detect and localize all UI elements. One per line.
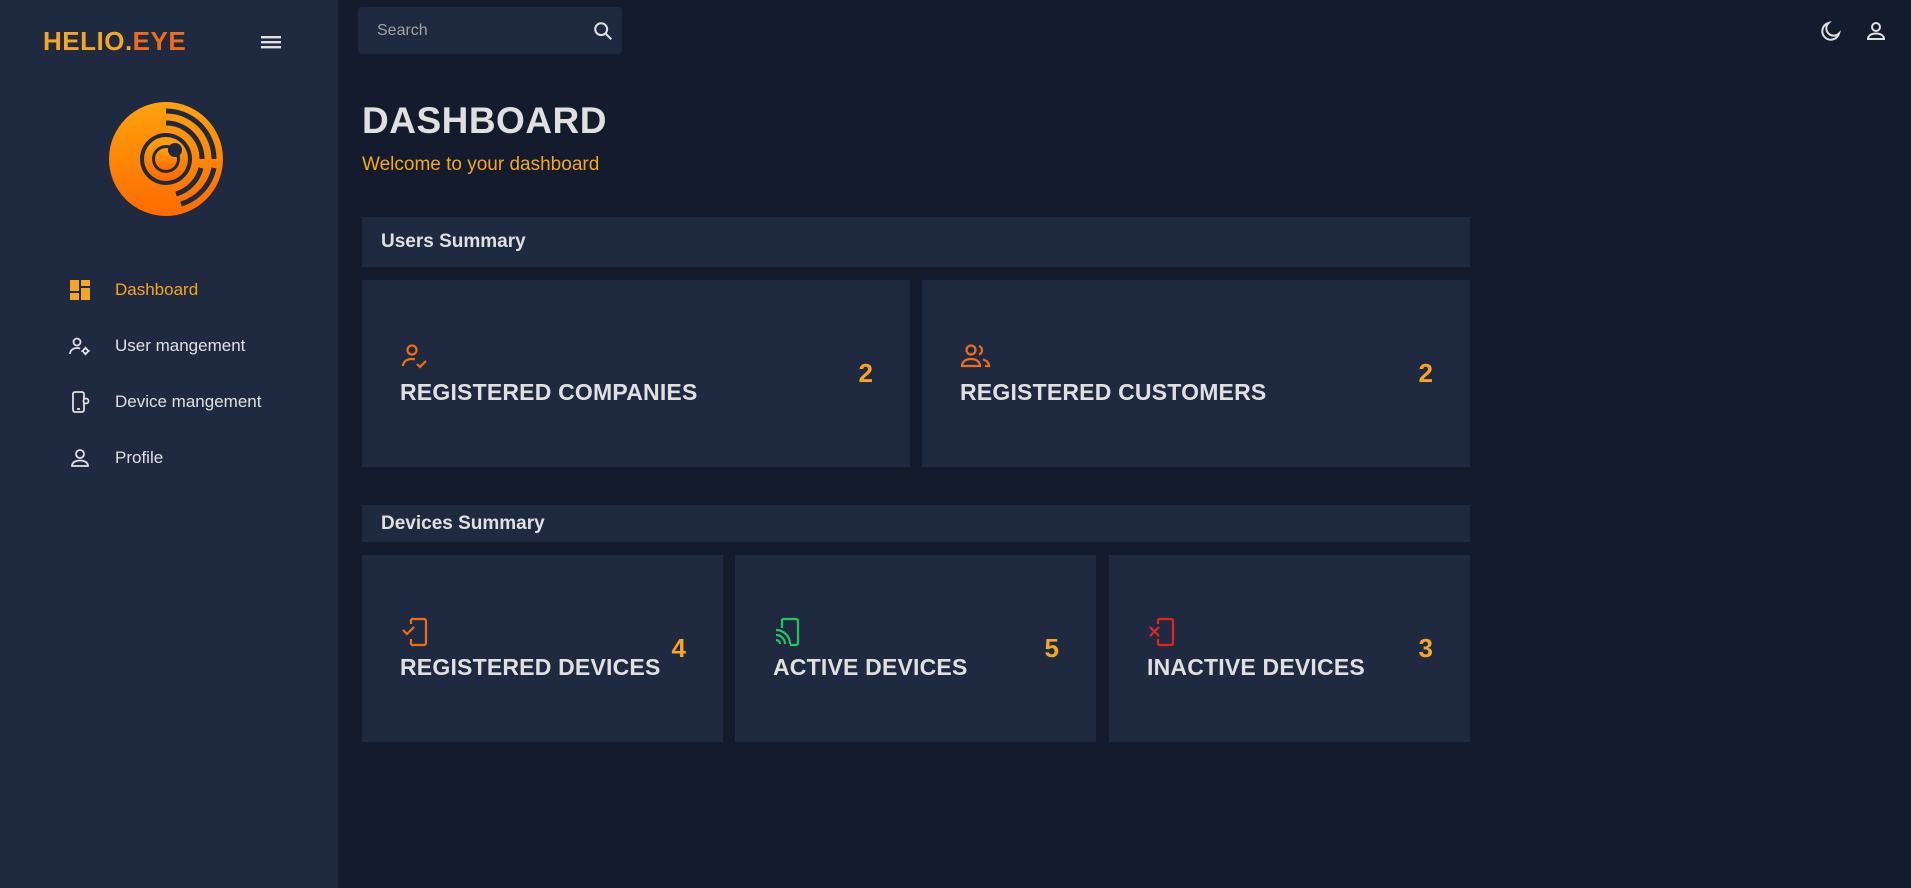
person-icon xyxy=(68,446,92,470)
sidebar-item-label: Profile xyxy=(115,448,164,467)
card-value: 2 xyxy=(1418,358,1433,388)
sidebar-item-user-management[interactable]: User mangement xyxy=(0,318,338,374)
sidebar-item-profile[interactable]: Profile xyxy=(0,430,338,486)
device-x-icon xyxy=(1147,617,1177,647)
device-settings-icon xyxy=(68,390,92,414)
registered-devices-card[interactable]: REGISTERED DEVICES 4 xyxy=(362,555,723,742)
card-label: REGISTERED CUSTOMERS xyxy=(960,379,1267,405)
dashboard-icon xyxy=(68,278,92,302)
card-value: 2 xyxy=(858,358,873,388)
moon-icon xyxy=(1821,20,1842,41)
card-value: 5 xyxy=(1044,633,1059,663)
inactive-devices-card[interactable]: INACTIVE DEVICES 3 xyxy=(1109,555,1470,742)
sidebar-item-label: Dashboard xyxy=(115,280,199,299)
sidebar-item-device-management[interactable]: Device mangement xyxy=(0,374,338,430)
hamburger-menu-icon xyxy=(261,36,281,49)
card-label: REGISTERED DEVICES xyxy=(400,654,661,680)
search-icon xyxy=(594,21,612,40)
dark-mode-toggle[interactable] xyxy=(1818,18,1844,44)
profile-button[interactable] xyxy=(1863,18,1889,44)
search-bar xyxy=(358,7,622,54)
card-label: ACTIVE DEVICES xyxy=(773,654,968,680)
registered-customers-card[interactable]: REGISTERED CUSTOMERS 2 xyxy=(922,280,1470,467)
sidebar-item-label: User mangement xyxy=(115,336,246,355)
card-value: 4 xyxy=(671,633,686,663)
card-label: INACTIVE DEVICES xyxy=(1147,654,1365,680)
card-value: 3 xyxy=(1418,633,1433,663)
brand-part1: HELIO. xyxy=(43,26,133,56)
brand-part2: EYE xyxy=(132,26,187,56)
sidebar-item-dashboard[interactable]: Dashboard xyxy=(0,262,338,318)
menu-toggle-button[interactable] xyxy=(258,30,284,54)
page-subtitle: Welcome to your dashboard xyxy=(362,154,600,175)
sidebar-item-label: Device mangement xyxy=(115,392,262,411)
search-button[interactable] xyxy=(584,11,622,51)
card-label: REGISTERED COMPANIES xyxy=(400,379,698,405)
user-settings-icon xyxy=(68,334,92,358)
users-summary-header: Users Summary xyxy=(362,217,1470,267)
device-cast-icon xyxy=(773,617,803,647)
page-title: DASHBOARD xyxy=(362,100,607,141)
helio-eye-logo xyxy=(106,96,232,222)
devices-summary-header: Devices Summary xyxy=(362,505,1470,542)
device-check-icon xyxy=(400,617,430,647)
person-icon xyxy=(1866,22,1886,40)
search-input[interactable] xyxy=(358,7,584,54)
registered-companies-card[interactable]: REGISTERED COMPANIES 2 xyxy=(362,280,910,467)
sidebar: HELIO.EYE Dashboard User mangement Devic… xyxy=(0,0,338,888)
sidebar-nav: Dashboard User mangement Device mangemen… xyxy=(0,262,338,486)
person-check-icon xyxy=(400,342,430,372)
active-devices-card[interactable]: ACTIVE DEVICES 5 xyxy=(735,555,1096,742)
people-icon xyxy=(960,342,991,372)
brand-logo-text[interactable]: HELIO.EYE xyxy=(43,26,186,57)
